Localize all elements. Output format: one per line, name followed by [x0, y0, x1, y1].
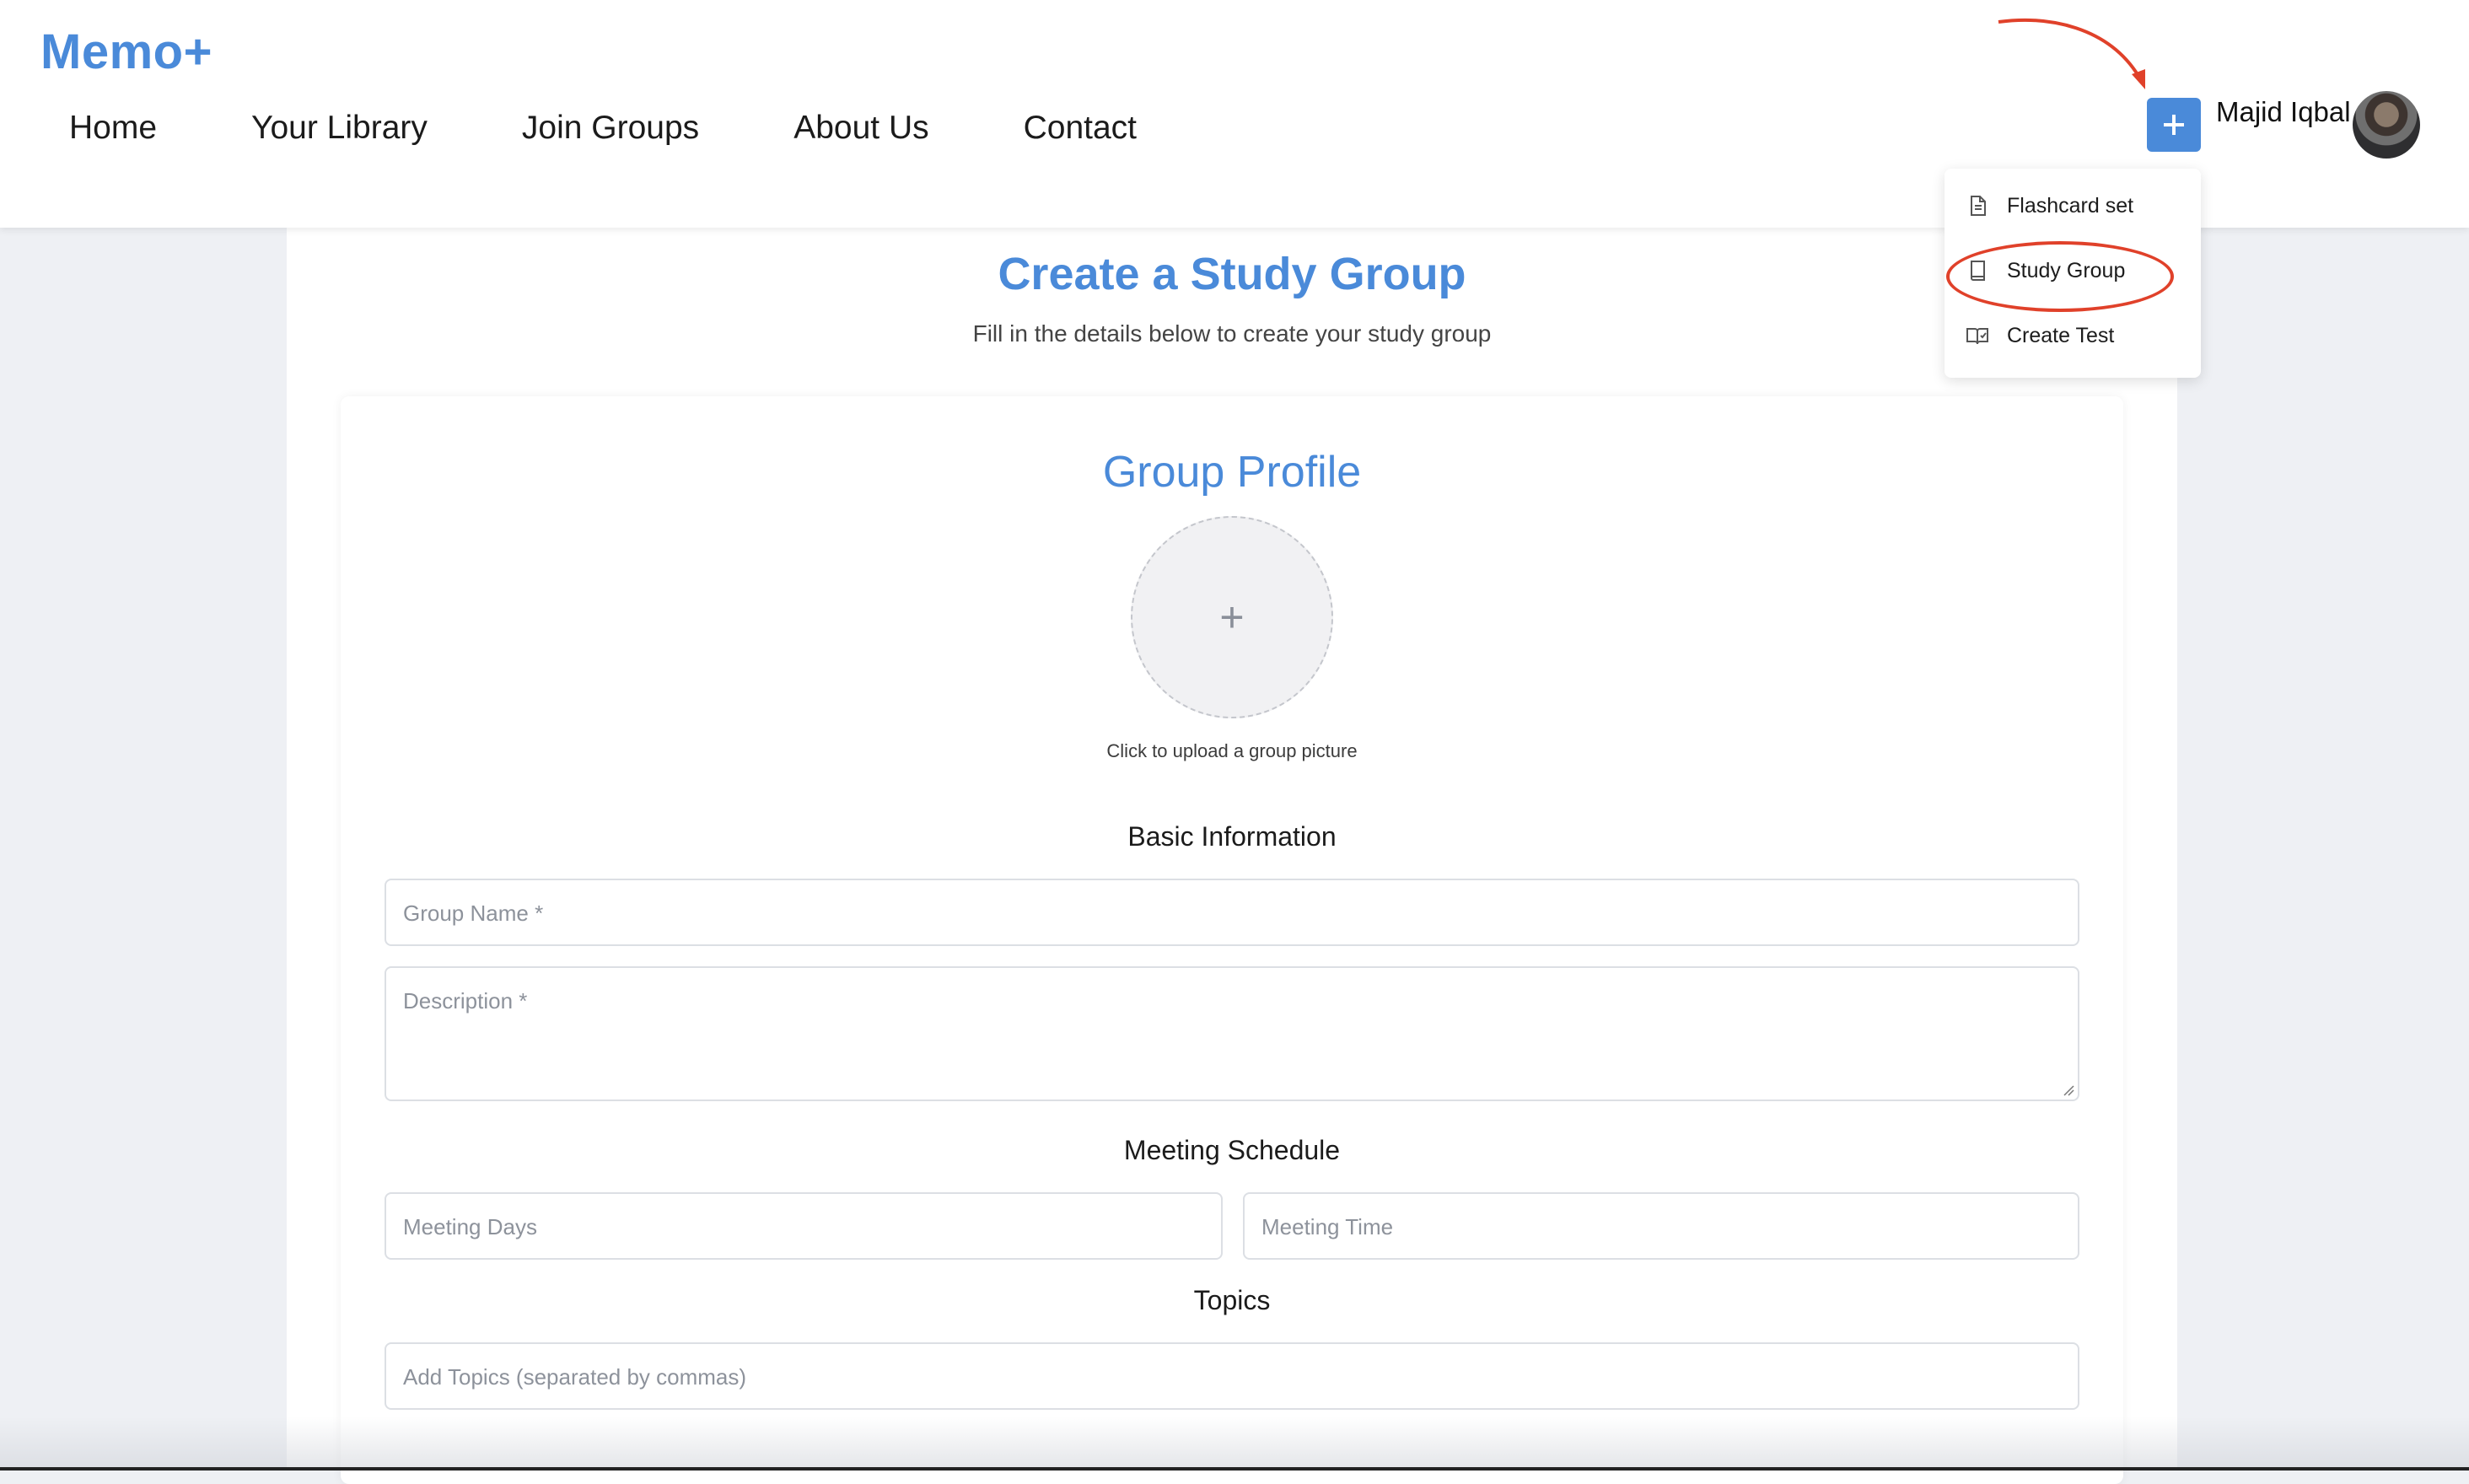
meeting-time-placeholder: Meeting Time	[1261, 1214, 1394, 1239]
heading-topics: Topics	[1193, 1285, 1271, 1315]
create-new-button[interactable]	[2147, 98, 2201, 152]
window-bottom-edge	[0, 1467, 2469, 1471]
nav-your-library[interactable]: Your Library	[251, 110, 428, 147]
main-nav: Home Your Library Join Groups About Us C…	[69, 110, 1231, 147]
meeting-time-input[interactable]: Meeting Time	[1243, 1192, 2079, 1260]
menu-item-label: Create Test	[2007, 323, 2115, 347]
create-group-panel: Create a Study Group Fill in the details…	[287, 228, 2177, 1484]
document-icon	[1971, 196, 1986, 216]
menu-item-flashcard-set[interactable]: Flashcard set	[1965, 189, 2133, 223]
topics-placeholder: Add Topics (separated by commas)	[403, 1364, 747, 1390]
description-textarea[interactable]: Description *	[385, 966, 2079, 1101]
nav-home[interactable]: Home	[69, 110, 157, 147]
page-subtitle: Fill in the details below to create your…	[972, 320, 1492, 347]
page-title: Create a Study Group	[998, 249, 1466, 299]
heading-meeting-schedule: Meeting Schedule	[1123, 1135, 1341, 1165]
open-book-check-icon	[1966, 328, 1988, 345]
menu-item-label: Flashcard set	[2007, 193, 2134, 218]
section-title-group-profile: Group Profile	[1102, 448, 1362, 497]
plus-icon: +	[1219, 594, 1245, 641]
meeting-days-input[interactable]: Meeting Days	[385, 1192, 1223, 1260]
annotation-arrow	[1998, 19, 2145, 89]
app-logo[interactable]: Memo+	[40, 24, 212, 80]
nav-contact[interactable]: Contact	[1024, 110, 1137, 147]
group-picture-upload[interactable]: +	[1131, 516, 1333, 718]
group-name-placeholder: Group Name *	[403, 901, 544, 926]
annotation-highlight-ellipse	[1946, 241, 2174, 312]
meeting-days-placeholder: Meeting Days	[403, 1214, 537, 1239]
nav-about-us[interactable]: About Us	[793, 110, 928, 147]
resize-handle-icon[interactable]	[2061, 1083, 2074, 1096]
user-name[interactable]: Majid Iqbal	[2216, 96, 2351, 128]
menu-item-create-test[interactable]: Create Test	[1965, 319, 2114, 352]
nav-join-groups[interactable]: Join Groups	[522, 110, 699, 147]
group-name-input[interactable]: Group Name *	[385, 879, 2079, 946]
heading-basic-information: Basic Information	[1127, 821, 1337, 852]
avatar[interactable]	[2353, 91, 2420, 159]
upload-caption: Click to upload a group picture	[1106, 740, 1358, 761]
plus-icon	[2164, 115, 2184, 135]
topics-input[interactable]: Add Topics (separated by commas)	[385, 1342, 2079, 1410]
group-form-card: Group Profile + Click to upload a group …	[341, 396, 2123, 1484]
description-placeholder: Description *	[403, 988, 528, 1014]
